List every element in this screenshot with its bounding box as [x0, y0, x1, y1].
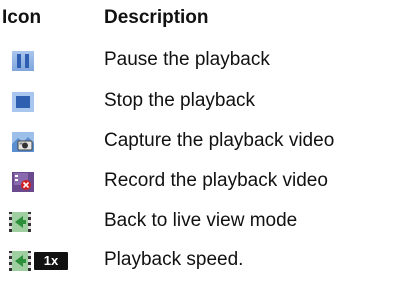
- camera-capture-icon: [12, 132, 34, 152]
- table-row: Record the playback video: [0, 164, 396, 200]
- row-description: Stop the playback: [104, 90, 256, 111]
- pause-icon: [12, 51, 34, 71]
- playback-speed-group: 1x: [8, 251, 72, 271]
- stop-icon: [12, 92, 34, 112]
- live-view-icon: [9, 251, 31, 271]
- record-video-icon: [12, 172, 34, 192]
- row-description: Capture the playback video: [104, 130, 335, 151]
- table-row: Capture the playback video: [0, 124, 396, 160]
- row-description: Record the playback video: [104, 170, 328, 191]
- table-row: Back to live view mode: [0, 204, 396, 240]
- row-description: Back to live view mode: [104, 210, 298, 231]
- icon-column-header: Icon: [2, 7, 42, 28]
- row-description: Pause the playback: [104, 49, 270, 70]
- row-description: Playback speed.: [104, 249, 244, 270]
- table-row: Stop the playback: [0, 84, 396, 120]
- live-view-icon: [9, 212, 31, 232]
- table-row: Pause the playback: [0, 43, 396, 79]
- table-row: 1x Playback speed.: [0, 243, 396, 279]
- speed-badge: 1x: [34, 252, 68, 270]
- description-column-header: Description: [104, 7, 209, 28]
